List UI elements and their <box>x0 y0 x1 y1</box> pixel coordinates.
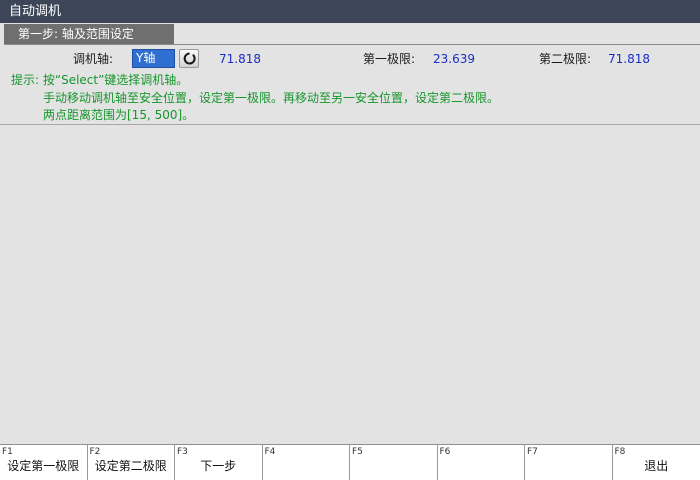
hint-line-2: 手动移动调机轴至安全位置，设定第一极限。再移动至另一安全位置，设定第二极限。 <box>43 91 500 105</box>
hint-line-3: 两点距离范围为[15, 500]。 <box>43 108 195 122</box>
fkey-f8-exit[interactable]: F8 退出 <box>612 445 700 480</box>
fkey-label: 退出 <box>644 459 669 473</box>
axis-current-value: 71.818 <box>219 52 261 66</box>
fkey-number: F1 <box>2 447 13 457</box>
fkey-f1-set-first-limit[interactable]: F1 设定第一极限 <box>0 445 88 480</box>
function-key-bar: F1 设定第一极限 F2 设定第二极限 F3 下一步 F4 F5 F6 F7 F… <box>0 444 700 480</box>
fkey-f2-set-second-limit[interactable]: F2 设定第二极限 <box>87 445 175 480</box>
axis-select[interactable]: Y轴 <box>132 49 175 68</box>
fkey-number: F5 <box>352 447 363 457</box>
tab-step-one[interactable]: 第一步: 轴及范围设定 <box>4 24 174 44</box>
content-divider <box>0 124 700 125</box>
window-title: 自动调机 <box>0 0 700 23</box>
fkey-label: 下一步 <box>200 459 237 473</box>
refresh-button[interactable] <box>179 49 199 68</box>
fkey-number: F3 <box>177 447 188 457</box>
second-limit-value: 71.818 <box>608 52 650 66</box>
fkey-label: 设定第一极限 <box>7 459 80 473</box>
fkey-label: 设定第二极限 <box>94 459 167 473</box>
fkey-number: F7 <box>527 447 538 457</box>
fkey-number: F8 <box>614 447 626 457</box>
fkey-number: F4 <box>264 447 276 457</box>
first-limit-value: 23.639 <box>433 52 475 66</box>
hint-line-1: 提示: 按“Select”键选择调机轴。 <box>11 73 189 87</box>
fkey-f6[interactable]: F6 <box>437 445 525 480</box>
fkey-f5[interactable]: F5 <box>350 445 438 480</box>
tab-divider <box>4 44 700 45</box>
second-limit-label: 第二极限: <box>539 52 592 66</box>
axis-label: 调机轴: <box>73 52 114 66</box>
fkey-f3-next-step[interactable]: F3 下一步 <box>175 445 263 480</box>
fkey-f7[interactable]: F7 <box>525 445 613 480</box>
fkey-f4[interactable]: F4 <box>262 445 350 480</box>
first-limit-label: 第一极限: <box>363 52 416 66</box>
fkey-number: F2 <box>89 447 101 457</box>
fkey-number: F6 <box>439 447 451 457</box>
refresh-icon <box>183 52 196 65</box>
